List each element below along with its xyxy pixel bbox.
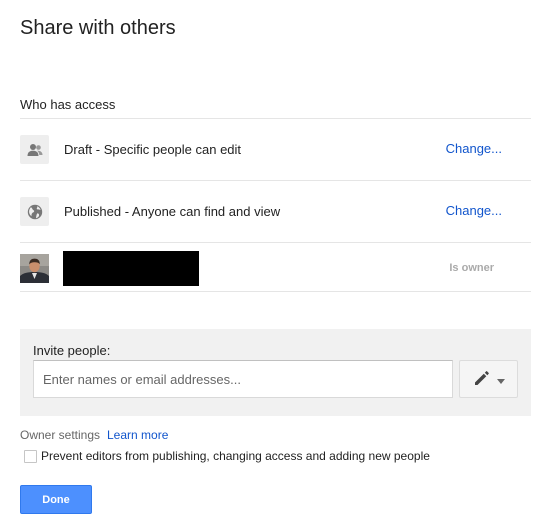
prevent-editors-checkbox[interactable] — [24, 450, 37, 463]
permission-dropdown-button[interactable] — [459, 360, 518, 398]
done-button[interactable]: Done — [20, 485, 92, 514]
access-row-published: Published - Anyone can find and view Cha… — [20, 180, 531, 241]
owner-settings-label: Owner settings — [20, 428, 101, 442]
change-draft-access-link[interactable]: Change... — [446, 141, 502, 156]
draft-access-label: Draft - Specific people can edit — [64, 142, 242, 157]
people-icon — [20, 135, 49, 164]
published-access-label: Published - Anyone can find and view — [64, 204, 281, 219]
pencil-icon — [473, 369, 491, 390]
owner-name-redacted — [63, 251, 199, 286]
invite-panel: Invite people: — [20, 329, 531, 416]
learn-more-link[interactable]: Learn more — [107, 428, 168, 442]
chevron-down-icon — [496, 372, 505, 387]
access-row-owner: Is owner — [20, 242, 531, 292]
prevent-editors-label[interactable]: Prevent editors from publishing, changin… — [41, 449, 430, 463]
dialog-title: Share with others — [20, 17, 176, 39]
globe-icon — [20, 197, 49, 226]
change-published-access-link[interactable]: Change... — [446, 203, 502, 218]
owner-role-label: Is owner — [449, 262, 494, 274]
invite-people-label: Invite people: — [33, 343, 111, 358]
who-has-access-heading: Who has access — [20, 97, 116, 112]
invite-email-input[interactable] — [33, 360, 453, 398]
access-row-draft: Draft - Specific people can edit Change.… — [20, 118, 531, 179]
owner-avatar — [20, 254, 49, 283]
